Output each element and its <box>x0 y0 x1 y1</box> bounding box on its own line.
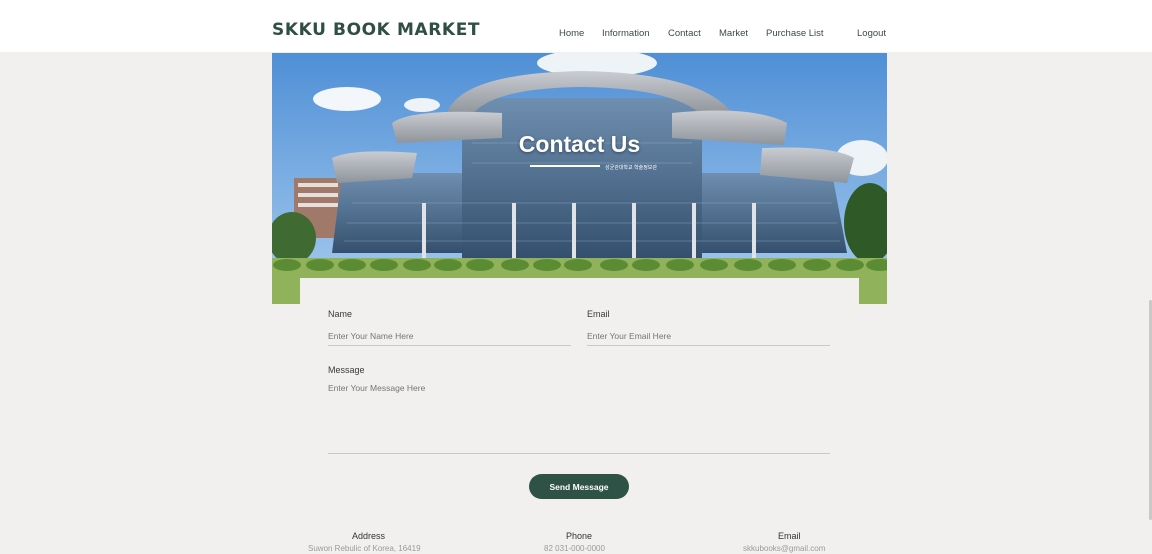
footer-email-value: skkubooks@gmail.com <box>743 544 826 553</box>
email-label: Email <box>587 309 610 319</box>
nav-purchase-list[interactable]: Purchase List <box>766 28 824 39</box>
library-building-image <box>272 53 887 304</box>
nav-information[interactable]: Information <box>602 28 650 39</box>
email-input[interactable] <box>587 326 830 346</box>
footer-address-label: Address <box>352 531 386 541</box>
top-header: SKKU BOOK MARKET Home Information Contac… <box>0 0 1152 52</box>
name-label: Name <box>328 309 353 319</box>
hero-building-sign: 성균관대학교 학술정보관 <box>605 165 657 171</box>
nav-home[interactable]: Home <box>559 28 584 39</box>
name-input[interactable] <box>328 326 571 346</box>
footer-phone-value: 82 031-000-0000 <box>544 544 605 553</box>
hero-title: Contact Us <box>518 131 641 157</box>
nav-contact[interactable]: Contact <box>668 28 701 39</box>
message-label: Message <box>328 365 365 375</box>
send-message-button[interactable]: Send Message <box>529 474 629 499</box>
footer-address-value: Suwon Rebulic of Korea, 16419 <box>308 544 421 553</box>
footer-phone-label: Phone <box>566 531 593 541</box>
nav-logout[interactable]: Logout <box>857 28 886 39</box>
hero-banner: Contact Us 성균관대학교 학술정보관 <box>272 53 887 304</box>
footer-email-label: Email <box>778 531 801 541</box>
nav-market[interactable]: Market <box>719 28 748 39</box>
message-textarea[interactable] <box>328 383 830 454</box>
site-logo[interactable]: SKKU BOOK MARKET <box>272 20 480 40</box>
